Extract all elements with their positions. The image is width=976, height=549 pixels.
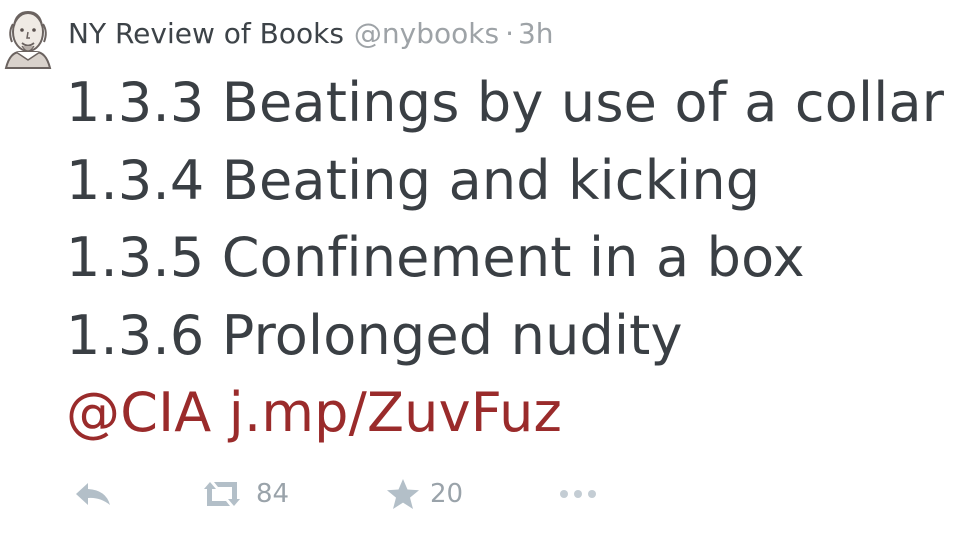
tweet-line: 1.3.6 Prolonged nudity bbox=[66, 303, 683, 367]
favorite-count: 20 bbox=[430, 479, 464, 509]
author-handle[interactable]: @nybooks bbox=[354, 17, 499, 50]
avatar[interactable] bbox=[0, 6, 54, 72]
shakespeare-portrait-icon bbox=[4, 10, 52, 69]
tweet-header: NY Review of Books @nybooks · 3h bbox=[68, 16, 554, 52]
retweet-count: 84 bbox=[256, 479, 290, 509]
tweet-text: 1.3.3 Beatings by use of a collar 1.3.4 … bbox=[66, 64, 976, 452]
retweet-button[interactable]: 84 bbox=[198, 474, 289, 514]
retweet-icon bbox=[204, 482, 240, 506]
separator-dot: · bbox=[505, 17, 514, 50]
star-icon bbox=[387, 479, 419, 509]
tweet-line: 1.3.3 Beatings by use of a collar bbox=[66, 71, 945, 134]
tweet-timestamp[interactable]: 3h bbox=[518, 17, 554, 50]
reply-button[interactable] bbox=[74, 474, 112, 514]
tweet-line: 1.3.4 Beating and kicking bbox=[66, 148, 761, 212]
tweet-links-line: @CIA j.mp/ZuvFuz bbox=[66, 374, 976, 452]
tweet-line: 1.3.5 Confinement in a box bbox=[66, 226, 805, 289]
reply-icon bbox=[76, 483, 110, 505]
more-icon bbox=[560, 490, 596, 498]
favorite-button[interactable]: 20 bbox=[386, 474, 463, 514]
tweet-actions: 84 20 bbox=[70, 474, 630, 514]
author-name[interactable]: NY Review of Books bbox=[68, 17, 344, 50]
mention-link[interactable]: @CIA bbox=[66, 381, 211, 444]
url-link[interactable]: j.mp/ZuvFuz bbox=[229, 381, 562, 444]
more-button[interactable] bbox=[558, 474, 598, 514]
